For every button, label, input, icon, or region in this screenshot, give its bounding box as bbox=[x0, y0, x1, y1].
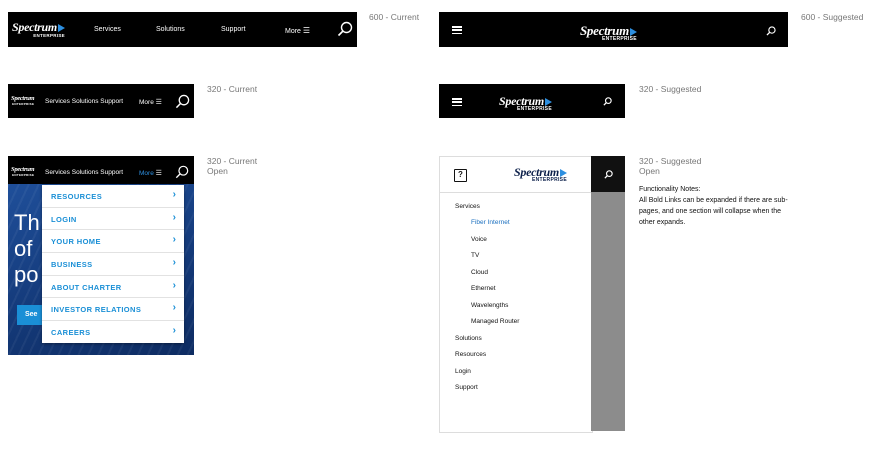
search-tab[interactable] bbox=[591, 156, 625, 192]
label-320-suggested-open-2: Open bbox=[639, 166, 660, 176]
notes-title: Functionality Notes: bbox=[639, 186, 701, 193]
dropdown-item-label: RESOURCES bbox=[51, 192, 103, 201]
nav-links[interactable]: Services Solutions Support bbox=[45, 169, 123, 176]
label-320-current-open-1: 320 - Current bbox=[207, 156, 258, 166]
search-icon[interactable] bbox=[603, 97, 612, 106]
nav-services[interactable]: Services bbox=[94, 26, 121, 33]
chevron-right-icon: › bbox=[172, 211, 176, 223]
menu-support[interactable]: Support bbox=[455, 384, 478, 391]
hamburger-icon[interactable] bbox=[452, 26, 462, 35]
dropdown-item-about-charter[interactable]: ABOUT CHARTER › bbox=[42, 276, 184, 299]
header-320-suggested: Spectrum ENTERPRISE bbox=[439, 84, 625, 118]
search-icon[interactable] bbox=[175, 94, 190, 109]
label-320-suggested: 320 - Suggested bbox=[639, 84, 702, 94]
nav-solutions[interactable]: Solutions bbox=[156, 26, 185, 33]
brand-sub: ENTERPRISE bbox=[33, 33, 65, 38]
promo-heading-1: Th bbox=[14, 210, 40, 235]
dropdown-item-label: YOUR HOME bbox=[51, 237, 101, 247]
search-icon[interactable] bbox=[604, 170, 613, 179]
header-320-current: Spectrum ENTERPRISE Services Solutions S… bbox=[8, 84, 194, 118]
dropdown-item-careers[interactable]: CAREERS › bbox=[42, 321, 184, 343]
help-icon-glyph: ? bbox=[458, 170, 463, 179]
nav-more[interactable]: More ☰ bbox=[285, 26, 310, 35]
menu-services[interactable]: Services bbox=[455, 203, 480, 210]
submenu-wavelengths[interactable]: Wavelengths bbox=[471, 302, 508, 309]
search-icon[interactable] bbox=[766, 26, 776, 36]
label-320-current: 320 - Current bbox=[207, 84, 258, 94]
chevron-right-icon: › bbox=[172, 234, 176, 246]
notes-line-1: All Bold Links can be expanded if there … bbox=[639, 197, 788, 204]
header-320-current-open: Spectrum ENTERPRISE Services Solutions S… bbox=[8, 156, 194, 184]
dropdown-item-label: INVESTOR RELATIONS bbox=[51, 305, 142, 315]
logo-triangle-icon bbox=[57, 24, 65, 33]
chevron-right-icon: › bbox=[172, 189, 176, 200]
brand-name: Spectrum bbox=[12, 20, 57, 34]
dropdown-item-label: LOGIN bbox=[51, 214, 77, 224]
menu-solutions[interactable]: Solutions bbox=[455, 335, 482, 342]
label-320-current-open-2: Open bbox=[207, 166, 228, 176]
nav-more[interactable]: More ☰ bbox=[139, 98, 162, 106]
nav-more-label: More bbox=[139, 170, 154, 177]
spectrum-logo[interactable]: Spectrum ENTERPRISE bbox=[499, 95, 552, 112]
dropdown-item-label: ABOUT CHARTER bbox=[51, 282, 122, 292]
spectrum-logo[interactable]: Spectrum ENTERPRISE bbox=[514, 166, 567, 183]
chevron-right-icon: › bbox=[172, 279, 176, 291]
spectrum-logo[interactable]: Spectrum ENTERPRISE bbox=[12, 21, 65, 39]
dropdown-item-your-home[interactable]: YOUR HOME › bbox=[42, 230, 184, 254]
dropdown-item-label: CAREERS bbox=[51, 328, 91, 338]
submenu-tv[interactable]: TV bbox=[471, 252, 479, 259]
spectrum-logo[interactable]: Spectrum ENTERPRISE bbox=[11, 166, 35, 177]
overlay-backdrop[interactable] bbox=[591, 192, 625, 431]
chevron-right-icon: › bbox=[172, 302, 176, 314]
menu-icon: ☰ bbox=[155, 99, 162, 106]
dropdown-item-investor-relations[interactable]: INVESTOR RELATIONS › bbox=[42, 298, 184, 322]
brand-sub: ENTERPRISE bbox=[12, 101, 35, 106]
submenu-ethernet[interactable]: Ethernet bbox=[471, 285, 496, 292]
nav-more-label: More bbox=[285, 28, 301, 35]
search-icon[interactable] bbox=[175, 165, 189, 179]
header-600-current: Spectrum ENTERPRISE Services Solutions S… bbox=[8, 12, 357, 47]
nav-support[interactable]: Support bbox=[221, 26, 246, 33]
label-600-current: 600 - Current bbox=[369, 12, 420, 22]
header-600-suggested: Spectrum ENTERPRISE bbox=[439, 12, 788, 47]
hamburger-icon[interactable] bbox=[452, 98, 462, 107]
chevron-right-icon: › bbox=[172, 257, 176, 269]
dropdown-item-login[interactable]: LOGIN › bbox=[42, 208, 184, 231]
dropdown-item-label: BUSINESS bbox=[51, 260, 93, 270]
help-icon[interactable]: ? bbox=[454, 169, 467, 182]
nav-links[interactable]: Services Solutions Support bbox=[45, 98, 123, 105]
notes-line-2: pages, and one section will collapse whe… bbox=[639, 208, 782, 215]
promo-heading-3: po bbox=[14, 262, 39, 287]
label-600-suggested: 600 - Suggested bbox=[801, 12, 864, 22]
logo-triangle-icon bbox=[629, 28, 637, 37]
nav-more-label: More bbox=[139, 99, 154, 106]
menu-login[interactable]: Login bbox=[455, 368, 471, 375]
menu-icon: ☰ bbox=[155, 170, 162, 177]
brand-name: Spectrum bbox=[11, 166, 35, 173]
brand-name: Spectrum bbox=[11, 95, 35, 102]
menu-icon: ☰ bbox=[302, 26, 311, 35]
submenu-managed-router[interactable]: Managed Router bbox=[471, 318, 519, 325]
dropdown-item-resources[interactable]: RESOURCES › bbox=[42, 185, 184, 208]
chevron-right-icon: › bbox=[172, 325, 176, 337]
spectrum-logo[interactable]: Spectrum ENTERPRISE bbox=[580, 24, 637, 42]
brand-sub: ENTERPRISE bbox=[12, 172, 35, 177]
nav-more-active[interactable]: More ☰ bbox=[139, 169, 162, 177]
submenu-voice[interactable]: Voice bbox=[471, 236, 487, 243]
submenu-cloud[interactable]: Cloud bbox=[471, 269, 488, 276]
search-icon[interactable] bbox=[337, 21, 353, 37]
promo-heading-2: of bbox=[14, 236, 33, 261]
notes-line-3: other expands. bbox=[639, 219, 686, 226]
menu-resources[interactable]: Resources bbox=[455, 351, 486, 358]
submenu-fiber-internet[interactable]: Fiber Internet bbox=[471, 219, 510, 226]
promo-button-label: See bbox=[25, 311, 38, 318]
spectrum-logo[interactable]: Spectrum ENTERPRISE bbox=[11, 95, 35, 106]
dropdown-item-business[interactable]: BUSINESS › bbox=[42, 253, 184, 276]
more-dropdown: RESOURCES › LOGIN › YOUR HOME › BUSINESS › A… bbox=[42, 185, 184, 343]
side-menu-panel: ? Spectrum ENTERPRISE Services Fiber Int… bbox=[439, 156, 593, 433]
label-320-suggested-open-1: 320 - Suggested bbox=[639, 156, 702, 166]
